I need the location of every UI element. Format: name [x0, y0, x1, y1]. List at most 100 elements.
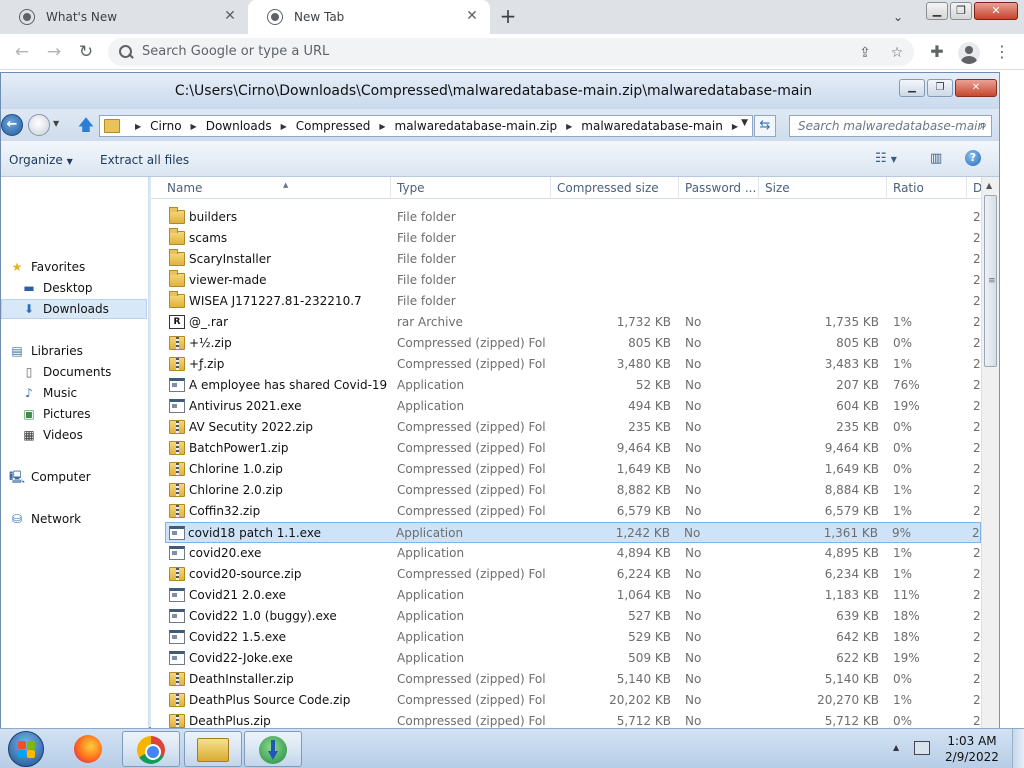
breadcrumb-chevron-icon[interactable]: ▶ — [135, 122, 141, 131]
nav-documents[interactable]: ▯ Documents — [21, 362, 167, 382]
taskbar-chrome[interactable] — [122, 731, 180, 767]
network-tray-icon[interactable] — [914, 741, 930, 755]
up-arrow-icon[interactable]: 🡅 — [77, 115, 95, 135]
share-icon[interactable]: ⇪ — [856, 44, 874, 62]
show-desktop-button[interactable] — [1012, 729, 1024, 768]
chrome-close-button[interactable]: ✕ — [974, 2, 1018, 20]
nav-pictures[interactable]: ▣ Pictures — [21, 404, 167, 424]
bookmark-star-icon[interactable]: ☆ — [888, 44, 906, 62]
table-row[interactable]: BatchPower1.zip Compressed (zipped) Fol..… — [151, 438, 984, 459]
column-type[interactable]: Type — [391, 177, 551, 199]
breadcrumb-chevron-icon[interactable]: ▶ — [379, 122, 385, 131]
scrollbar-thumb[interactable]: ≡ — [984, 195, 997, 367]
breadcrumb-cirno[interactable]: Cirno — [150, 119, 181, 133]
table-row[interactable]: Chlorine 2.0.zip Compressed (zipped) Fol.… — [151, 480, 984, 501]
tray-expand-icon[interactable]: ▲ — [893, 743, 899, 752]
explorer-back-arrow-icon[interactable]: ← — [1, 114, 23, 136]
explorer-forward-arrow-icon[interactable] — [28, 114, 50, 136]
breadcrumb-chevron-icon[interactable]: ▶ — [732, 122, 738, 131]
nav-videos[interactable]: ▦ Videos — [21, 425, 167, 445]
table-row[interactable]: WISEA J171227.81-232210.7 File folder 2, — [151, 291, 984, 312]
nav-favorites[interactable]: ★ Favorites — [9, 257, 155, 277]
help-icon[interactable]: ? — [965, 150, 981, 166]
tab-close-icon[interactable]: ✕ — [222, 8, 238, 24]
table-row[interactable]: AV Secutity 2022.zip Compressed (zipped) … — [151, 417, 984, 438]
table-row[interactable]: ScaryInstaller File folder 2, — [151, 249, 984, 270]
tab-search-chevron-icon[interactable]: ⌄ — [886, 5, 910, 29]
extract-all-button[interactable]: Extract all files — [100, 153, 189, 167]
table-row[interactable]: Chlorine 1.0.zip Compressed (zipped) Fol.… — [151, 459, 984, 480]
profile-avatar-icon[interactable] — [958, 42, 980, 64]
address-bar[interactable]: ▶ Cirno ▶ Downloads ▶ Compressed ▶ malwa… — [99, 115, 753, 137]
nav-music[interactable]: ♪ Music — [21, 383, 167, 403]
explorer-close-button[interactable]: ✕ — [955, 79, 997, 97]
extensions-puzzle-icon[interactable]: ✚ — [927, 42, 947, 62]
taskbar-firefox[interactable] — [60, 731, 118, 767]
column-size[interactable]: Size — [759, 177, 887, 199]
new-tab-plus-icon[interactable]: + — [496, 5, 520, 29]
explorer-search-input[interactable]: Search malwaredatabase-main ⌕ — [789, 115, 992, 137]
table-row[interactable]: viewer-made File folder 2, — [151, 270, 984, 291]
nav-desktop[interactable]: ▬ Desktop — [21, 278, 167, 298]
chrome-menu-kebab-icon[interactable]: ⋮ — [992, 42, 1012, 62]
table-row[interactable]: +½.zip Compressed (zipped) Fol... 805 KB No… — [151, 333, 984, 354]
explorer-minimize-button[interactable]: ▁ — [899, 79, 925, 97]
table-row[interactable]: scams File folder 2, — [151, 228, 984, 249]
nav-downloads[interactable]: ⬇ Downloads — [1, 299, 147, 319]
table-row[interactable]: covid18 patch 1.1.exe Application 1,242 KB… — [165, 522, 983, 543]
explorer-maximize-button[interactable]: ❐ — [927, 79, 953, 97]
column-password[interactable]: Password ... — [679, 177, 759, 199]
table-row[interactable]: Antivirus 2021.exe Application 494 KB No 604… — [151, 396, 984, 417]
system-clock[interactable]: 1:03 AM 2/9/2022 — [940, 733, 1004, 765]
history-dropdown-icon[interactable]: ▼ — [53, 119, 59, 128]
table-row[interactable]: Covid22 1.0 (buggy).exe Application 527 KB… — [151, 606, 984, 627]
table-row[interactable]: covid20-source.zip Compressed (zipped) Fo… — [151, 564, 984, 585]
tab-close-icon[interactable]: ✕ — [464, 8, 480, 24]
table-row[interactable]: builders File folder 2, — [151, 207, 984, 228]
scroll-up-icon[interactable]: ▲ — [986, 181, 992, 190]
nav-network[interactable]: ⛁ Network — [9, 509, 155, 529]
table-row[interactable]: R @_.rar rar Archive 1,732 KB No 1,735 KB 1% 2, — [151, 312, 984, 333]
taskbar-download-manager[interactable] — [244, 731, 302, 767]
column-compressed-size[interactable]: Compressed size — [551, 177, 679, 199]
chrome-minimize-button[interactable]: ▁ — [926, 2, 948, 20]
breadcrumb-downloads[interactable]: Downloads — [206, 119, 272, 133]
table-row[interactable]: +ƒ.zip Compressed (zipped) Fol... 3,480 KB… — [151, 354, 984, 375]
breadcrumb-zip[interactable]: malwaredatabase-main.zip — [395, 119, 558, 133]
tab-whats-new[interactable]: What's New ✕ — [0, 0, 248, 34]
table-row[interactable]: Covid22 1.5.exe Application 529 KB No 642 KB… — [151, 627, 984, 648]
omnibox[interactable]: Search Google or type a URL ⇪ ☆ — [108, 38, 914, 66]
vertical-scrollbar[interactable]: ▲ ≡ — [981, 177, 999, 729]
table-row[interactable]: Covid22-Joke.exe Application 509 KB No 622 K… — [151, 648, 984, 669]
nav-libraries[interactable]: ▤ Libraries — [9, 341, 155, 361]
breadcrumb-chevron-icon[interactable]: ▶ — [281, 122, 287, 131]
breadcrumb-chevron-icon[interactable]: ▶ — [191, 122, 197, 131]
table-row[interactable]: DeathPlus.zip Compressed (zipped) Fol... 5… — [151, 711, 984, 729]
forward-arrow-icon[interactable]: → — [42, 40, 66, 64]
explorer-title-bar[interactable]: C:\Users\Cirno\Downloads\Compressed\malw… — [1, 73, 999, 109]
refresh-icon[interactable]: ⇆ — [754, 115, 776, 137]
organize-button[interactable]: Organize ▼ — [9, 153, 73, 167]
magnifier-icon[interactable]: ⌕ — [980, 118, 987, 133]
table-row[interactable]: covid20.exe Application 4,894 KB No 4,895 KB… — [151, 543, 984, 564]
table-row[interactable]: DeathPlus Source Code.zip Compressed (zip… — [151, 690, 984, 711]
breadcrumb-current[interactable]: malwaredatabase-main — [581, 119, 723, 133]
table-row[interactable]: Covid21 2.0.exe Application 1,064 KB No 1,18… — [151, 585, 984, 606]
tab-new-tab[interactable]: New Tab ✕ — [248, 0, 490, 34]
chrome-maximize-button[interactable]: ❐ — [950, 2, 972, 20]
column-name[interactable]: Name ▲ — [161, 177, 391, 199]
reload-icon[interactable]: ↻ — [74, 40, 98, 64]
view-options-icon[interactable]: ☷ ▼ — [875, 151, 897, 166]
column-ratio[interactable]: Ratio — [887, 177, 967, 199]
taskbar-file-explorer[interactable] — [184, 731, 242, 767]
start-button-windows-icon[interactable] — [8, 731, 44, 767]
breadcrumb-chevron-icon[interactable]: ▶ — [566, 122, 572, 131]
table-row[interactable]: A employee has shared Covid-19 r... Appli… — [151, 375, 984, 396]
breadcrumb-compressed[interactable]: Compressed — [296, 119, 371, 133]
back-arrow-icon[interactable]: ← — [10, 40, 34, 64]
table-row[interactable]: Coffin32.zip Compressed (zipped) Fol... 6,… — [151, 501, 984, 522]
table-row[interactable]: DeathInstaller.zip Compressed (zipped) Fo… — [151, 669, 984, 690]
nav-computer[interactable]: 🖳 Computer — [9, 467, 155, 487]
address-dropdown-icon[interactable]: ▼ — [741, 118, 748, 128]
preview-pane-icon[interactable]: ▥ — [930, 151, 942, 166]
